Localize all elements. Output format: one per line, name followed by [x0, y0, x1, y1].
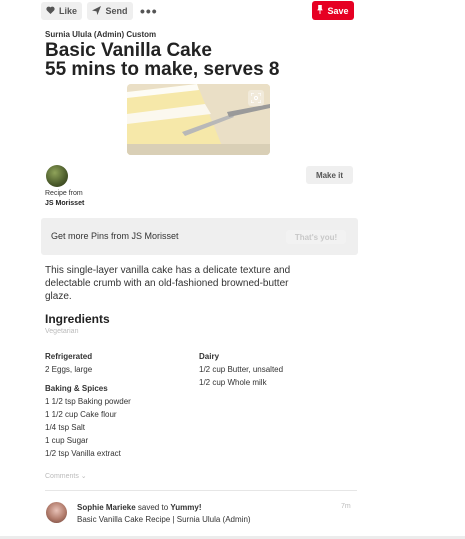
saved-to-text: saved to: [135, 503, 171, 512]
like-button[interactable]: Like: [41, 2, 82, 20]
activity-line: Sophie Marieke saved to Yummy!: [77, 503, 202, 512]
comments-toggle[interactable]: Comments ⌄: [45, 472, 87, 480]
activity-time: 7m: [341, 503, 351, 510]
like-label: Like: [58, 6, 77, 16]
pin-icon: [317, 5, 324, 16]
board-name[interactable]: Surnia Ulula (Admin) Custom: [45, 30, 156, 39]
save-label: Save: [327, 5, 349, 16]
make-it-button[interactable]: Make it: [306, 166, 353, 184]
pin-title-line2: 55 mins to make, serves 8: [45, 59, 280, 80]
send-label: Send: [105, 6, 128, 16]
pin-title-line1: Basic Vanilla Cake: [45, 40, 212, 61]
ingredient-item: 2 Eggs, large: [45, 365, 93, 374]
author-avatar[interactable]: [46, 165, 68, 187]
ingredient-item: 1 cup Sugar: [45, 436, 89, 445]
pin-description: This single-layer vanilla cake has a del…: [45, 265, 291, 302]
divider: [45, 490, 357, 491]
more-pins-text: Get more Pins from JS Morisset: [51, 231, 179, 241]
heart-icon: [46, 6, 55, 16]
pin-image[interactable]: [127, 84, 270, 155]
ingredients-heading: Ingredients: [45, 312, 110, 326]
send-button[interactable]: Send: [87, 2, 133, 20]
ingredient-group-baking-spices: Baking & Spices: [45, 384, 108, 393]
ingredient-item: 1/4 tsp Salt: [45, 423, 86, 432]
thats-you-button[interactable]: That's you!: [286, 230, 346, 244]
activity-subtitle: Basic Vanilla Cake Recipe | Surnia Ulula…: [77, 515, 251, 524]
ingredient-item: 1 1/2 cup Cake flour: [45, 410, 117, 419]
visual-search-icon[interactable]: [248, 90, 264, 106]
ingredient-group-dairy: Dairy: [199, 352, 220, 361]
recipe-from-label: Recipe from: [45, 190, 83, 197]
diet-label: Vegetarian: [45, 328, 79, 335]
recipe-author-link[interactable]: JS Morisset: [45, 200, 84, 207]
save-button[interactable]: Save: [312, 1, 354, 20]
saved-board-name[interactable]: Yummy!: [170, 503, 201, 512]
send-icon: [92, 5, 102, 17]
more-options-button[interactable]: •••: [140, 3, 158, 19]
saver-name[interactable]: Sophie Marieke: [77, 503, 136, 512]
ingredient-item: 1 1/2 tsp Baking powder: [45, 397, 131, 406]
ingredient-item: 1/2 cup Whole milk: [199, 378, 267, 387]
ingredient-group-refrigerated: Refrigerated: [45, 352, 93, 361]
saver-avatar[interactable]: [46, 502, 67, 523]
ingredient-item: 1/2 tsp Vanilla extract: [45, 449, 121, 458]
ingredient-item: 1/2 cup Butter, unsalted: [199, 365, 284, 374]
more-pins-banner: Get more Pins from JS Morisset That's yo…: [41, 218, 358, 255]
